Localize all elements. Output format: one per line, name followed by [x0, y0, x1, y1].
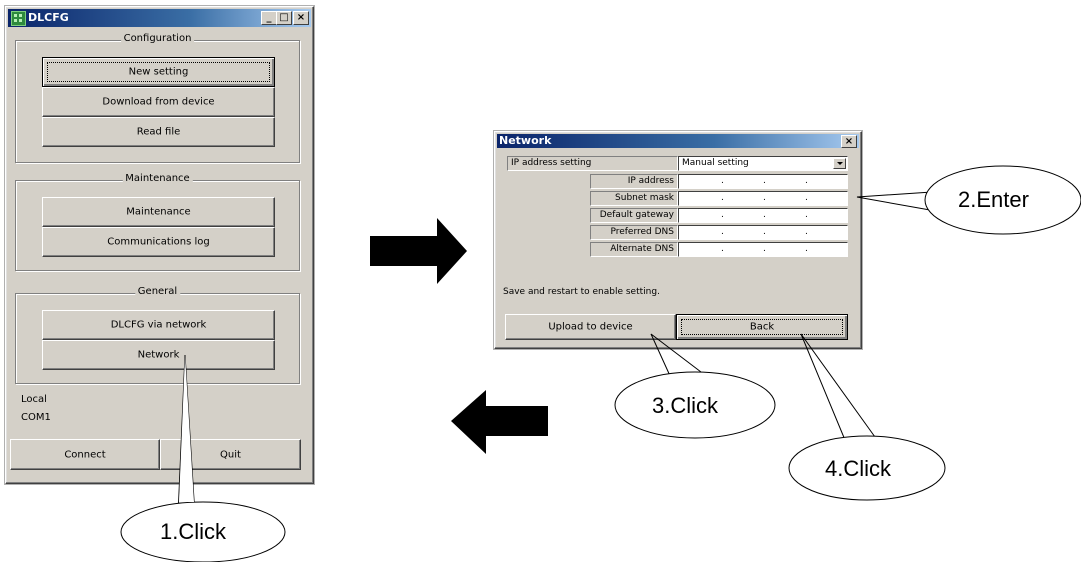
arrow-right-icon	[370, 218, 467, 284]
arrow-left-icon	[451, 390, 548, 454]
callout-1-label: 1.Click	[160, 519, 227, 544]
callout-3-label: 3.Click	[652, 393, 719, 418]
callout-4-label: 4.Click	[825, 456, 892, 481]
annotation-overlay	[120, 165, 1081, 562]
callout-3	[614, 333, 776, 439]
callout-2-label: 2.Enter	[958, 187, 1029, 212]
